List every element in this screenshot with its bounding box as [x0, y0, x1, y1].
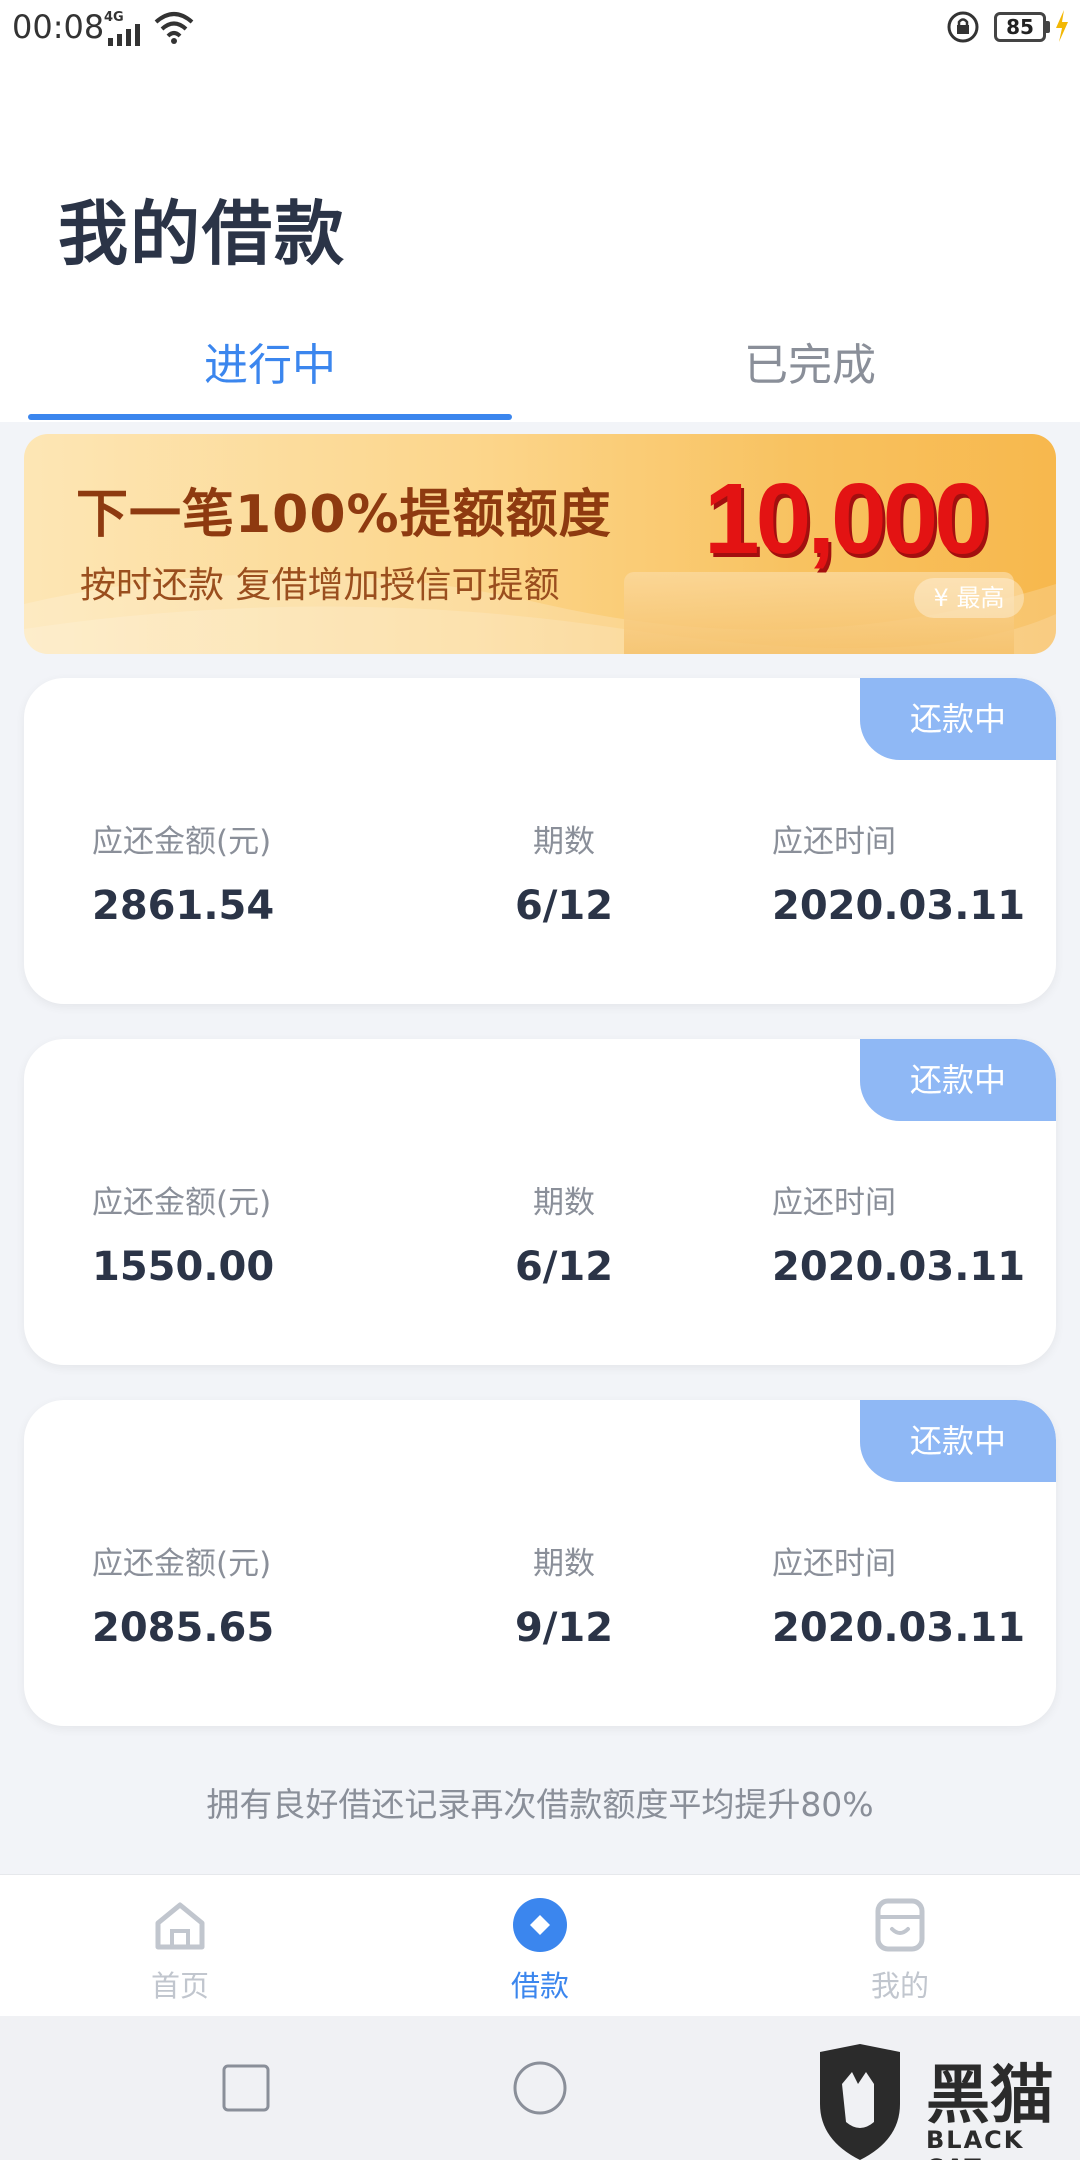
nav-label-mine: 我的 — [870, 1969, 929, 2003]
banner-amount: 10,000 — [704, 463, 990, 575]
page-header: 我的借款 进行中 已完成 — [0, 58, 1080, 422]
due-column: 应还时间 2020.03.11 — [772, 1538, 1025, 1651]
amount-label: 应还金额(元) — [92, 1546, 272, 1582]
period-value: 9/12 — [514, 1605, 614, 1651]
black-cat-watermark: 黑猫 BLACK CAT — [808, 2044, 1080, 2160]
status-badge: 还款中 — [860, 1400, 1056, 1482]
amount-label: 应还金额(元) — [92, 1185, 272, 1221]
amount-column: 应还金额(元) 2085.65 — [92, 1538, 274, 1651]
banner-subline: 按时还款 复借增加授信可提额 — [80, 565, 560, 606]
loan-card[interactable]: 还款中 应还金额(元) 1550.00 期数 6/12 应还时间 2020.03… — [24, 1039, 1056, 1365]
period-column: 期数 6/12 — [494, 816, 634, 929]
battery-indicator: 85 — [994, 12, 1046, 42]
due-column: 应还时间 2020.03.11 — [772, 816, 1025, 929]
footer-note: 拥有良好借还记录再次借款额度平均提升80% — [206, 1785, 874, 1824]
amount-column: 应还金额(元) 1550.00 — [92, 1177, 274, 1290]
amount-column: 应还金额(元) 2861.54 — [92, 816, 274, 929]
tab-completed[interactable]: 已完成 — [540, 326, 1080, 422]
period-label: 期数 — [533, 1546, 595, 1582]
bottom-nav: 首页 借款 我的 — [0, 1874, 1080, 2016]
recent-apps-icon[interactable] — [214, 2056, 278, 2120]
charging-icon — [1056, 10, 1068, 42]
due-label: 应还时间 — [772, 1185, 896, 1221]
period-label: 期数 — [533, 1185, 595, 1221]
amount-value: 1550.00 — [92, 1244, 275, 1290]
period-label: 期数 — [533, 824, 595, 860]
status-bar: 00:08 4G 85 — [0, 0, 1080, 58]
period-column: 期数 6/12 — [494, 1177, 634, 1290]
due-label: 应还时间 — [772, 824, 896, 860]
due-column: 应还时间 2020.03.11 — [772, 1177, 1025, 1290]
home-icon — [155, 1902, 205, 1950]
status-time: 00:08 — [12, 8, 105, 46]
amount-value: 2085.65 — [92, 1605, 275, 1651]
banner-headline: 下一笔100%提额额度 — [76, 485, 612, 545]
nav-item-loan[interactable]: 借款 — [440, 1875, 640, 2017]
nav-label-loan: 借款 — [510, 1969, 569, 2003]
due-value: 2020.03.11 — [772, 1605, 1026, 1651]
rotation-lock-icon — [947, 11, 979, 43]
loan-icon — [513, 1898, 567, 1952]
loan-card[interactable]: 还款中 应还金额(元) 2861.54 期数 6/12 应还时间 2020.03… — [24, 678, 1056, 1004]
watermark-subtext: BLACK CAT — [926, 2126, 1025, 2160]
tab-in-progress[interactable]: 进行中 — [0, 326, 540, 422]
status-badge: 还款中 — [860, 1039, 1056, 1121]
signal-icon — [108, 24, 140, 46]
nav-item-mine[interactable]: 我的 — [800, 1875, 1000, 2017]
period-value: 6/12 — [514, 1244, 614, 1290]
period-value: 6/12 — [514, 883, 614, 929]
promo-banner[interactable]: 下一笔100%提额额度 按时还款 复借增加授信可提额 10,000 ¥ 最高 — [24, 434, 1056, 654]
period-column: 期数 9/12 — [494, 1538, 634, 1651]
due-value: 2020.03.11 — [772, 1244, 1026, 1290]
status-badge: 还款中 — [860, 678, 1056, 760]
due-label: 应还时间 — [772, 1546, 896, 1582]
tab-active-indicator — [28, 414, 512, 420]
network-type: 4G — [104, 10, 124, 25]
cat-shield-icon — [820, 2044, 900, 2160]
amount-value: 2861.54 — [92, 883, 275, 929]
profile-icon — [875, 1898, 925, 1952]
nav-item-home[interactable]: 首页 — [80, 1875, 280, 2017]
banner-max-tag: ¥ 最高 — [914, 578, 1024, 618]
wifi-icon — [154, 12, 194, 44]
watermark-text: 黑猫 — [926, 2059, 1054, 2133]
amount-label: 应还金额(元) — [92, 824, 272, 860]
due-value: 2020.03.11 — [772, 883, 1026, 929]
battery-tip — [1046, 21, 1050, 33]
nav-label-home: 首页 — [150, 1969, 209, 2003]
page-title: 我的借款 — [58, 193, 346, 275]
home-button-icon[interactable] — [508, 2056, 572, 2120]
loan-card[interactable]: 还款中 应还金额(元) 2085.65 期数 9/12 应还时间 2020.03… — [24, 1400, 1056, 1726]
